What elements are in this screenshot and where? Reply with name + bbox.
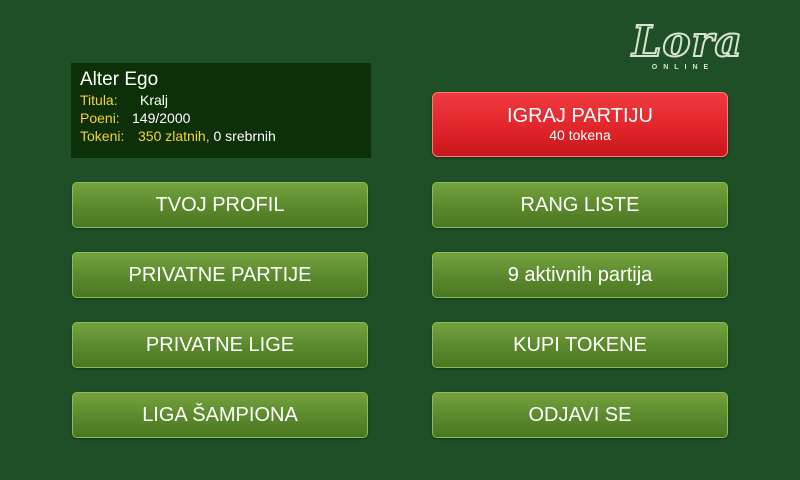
player-info-panel: Alter Ego Titula: Kralj Poeni: 149/2000 To… <box>71 63 371 158</box>
lora-online-logo: Lora ONLINE <box>630 17 743 76</box>
title-label: Titula: <box>80 92 118 108</box>
tokens-silver-value: 0 srebrnih <box>213 128 276 144</box>
points-label: Poeni: <box>80 110 120 126</box>
logo-subtitle: ONLINE <box>651 64 715 71</box>
tokens-row: Tokeni: 350 zlatnih, 0 srebrnih <box>80 127 362 145</box>
points-value: 149/2000 <box>132 110 191 126</box>
play-game-title: IGRAJ PARTIJU <box>507 105 653 127</box>
private-games-button[interactable]: PRIVATNE PARTIJE <box>72 252 368 298</box>
logout-button[interactable]: ODJAVI SE <box>432 392 728 438</box>
rankings-button[interactable]: RANG LISTE <box>432 182 728 228</box>
player-name: Alter Ego <box>80 69 159 90</box>
points-row: Poeni: 149/2000 <box>80 109 362 127</box>
logo-word: Lora <box>631 17 743 67</box>
play-game-button[interactable]: IGRAJ PARTIJU 40 tokena <box>432 92 728 157</box>
tokens-label: Tokeni: <box>80 128 125 144</box>
profile-button[interactable]: TVOJ PROFIL <box>72 182 368 228</box>
title-row: Titula: Kralj <box>80 91 362 109</box>
champions-league-button[interactable]: LIGA ŠAMPIONA <box>72 392 368 438</box>
title-value: Kralj <box>140 92 169 108</box>
private-leagues-button[interactable]: PRIVATNE LIGE <box>72 322 368 368</box>
active-games-button[interactable]: 9 aktivnih partija <box>432 252 728 298</box>
tokens-gold-value: 350 zlatnih, <box>138 128 210 144</box>
play-game-cost: 40 tokena <box>549 127 611 143</box>
buy-tokens-button[interactable]: KUPI TOKENE <box>432 322 728 368</box>
